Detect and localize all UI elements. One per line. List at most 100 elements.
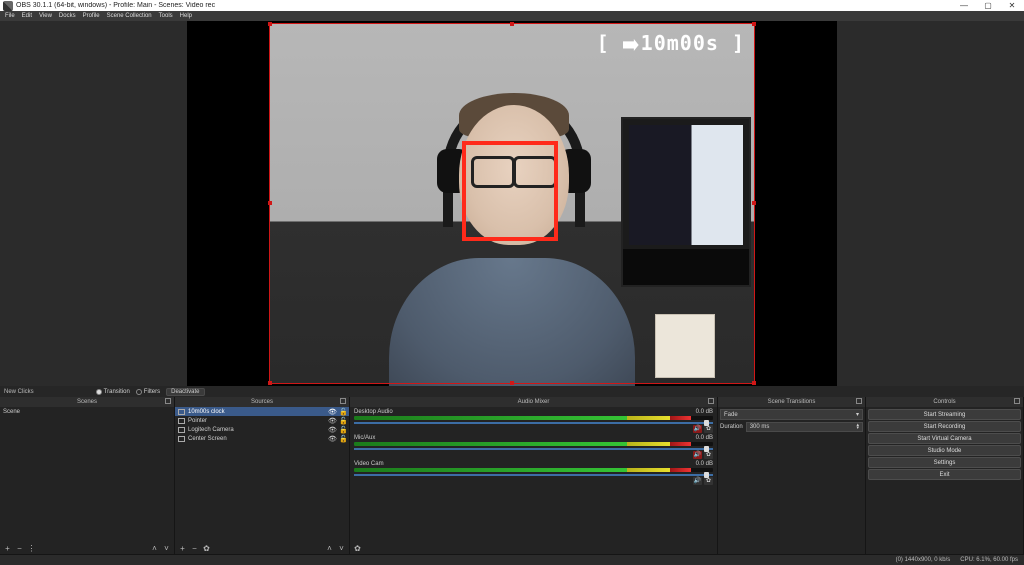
person-torso [389, 258, 635, 386]
menu-bar: File Edit View Docks Profile Scene Colle… [0, 11, 1024, 21]
track-name: Video Cam [354, 461, 384, 467]
menu-profile[interactable]: Profile [80, 13, 103, 19]
filters-radio[interactable]: Filters [136, 389, 160, 395]
remove-source-button[interactable]: − [190, 544, 199, 553]
control-button-studio-mode[interactable]: Studio Mode [868, 445, 1021, 456]
volume-slider[interactable] [354, 474, 713, 476]
scene-item[interactable]: Scene [0, 407, 174, 416]
audio-mixer-panel: Audio Mixer Desktop Audio0.0 dB🔊✿Mic/Aux… [350, 397, 718, 554]
menu-view[interactable]: View [36, 13, 55, 19]
visibility-toggle-icon[interactable]: 👁 [328, 435, 336, 443]
move-source-down-button[interactable]: ˅ [337, 544, 346, 553]
visibility-toggle-icon[interactable]: 👁 [328, 408, 336, 416]
control-button-start-virtual-camera[interactable]: Start Virtual Camera [868, 433, 1021, 444]
mixer-title: Audio Mixer [518, 399, 550, 405]
control-button-start-streaming[interactable]: Start Streaming [868, 409, 1021, 420]
undock-icon[interactable] [340, 398, 346, 404]
duration-label: Duration [720, 424, 743, 430]
control-button-settings[interactable]: Settings [868, 457, 1021, 468]
move-source-up-button[interactable]: ˄ [325, 544, 334, 553]
minimize-button[interactable]: — [952, 1, 976, 10]
chevron-down-icon: ▾ [856, 411, 859, 418]
add-source-button[interactable]: + [178, 544, 187, 553]
recording-timer-overlay: 10m00s [597, 31, 745, 55]
camera-icon [623, 39, 639, 51]
lock-toggle-icon[interactable]: 🔓 [339, 417, 346, 425]
source-type-icon [178, 436, 185, 442]
slider-knob[interactable] [704, 420, 709, 426]
duration-spinbox[interactable]: 300 ms ▴▾ [746, 422, 863, 432]
transitions-panel: Scene Transitions Fade▾ Duration 300 ms … [718, 397, 866, 554]
visibility-toggle-icon[interactable]: 👁 [328, 417, 336, 425]
scene-filter-button[interactable]: ⋮ [27, 544, 36, 553]
undock-icon[interactable] [708, 398, 714, 404]
lock-toggle-icon[interactable]: 🔓 [339, 435, 346, 443]
vu-meter [354, 442, 713, 446]
source-toolbar-label: New Clicks [4, 389, 34, 395]
background-calendar [655, 314, 715, 378]
transition-select[interactable]: Fade▾ [720, 409, 863, 420]
audio-track: Desktop Audio 0.0 dB 🔊✿ [350, 407, 717, 433]
close-button[interactable]: ✕ [1000, 1, 1024, 10]
undock-icon[interactable] [856, 398, 862, 404]
status-bar: (0) 1440x900, 0 kb/s CPU: 6.1%, 60.00 fp… [0, 554, 1024, 565]
source-item-label: Logitech Camera [188, 427, 234, 433]
lock-toggle-icon[interactable]: 🔓 [339, 426, 346, 434]
track-name: Desktop Audio [354, 409, 393, 415]
scenes-title: Scenes [77, 399, 97, 405]
background-monitor [621, 117, 751, 287]
source-item-label: Pointer [188, 418, 207, 424]
status-resolution: (0) 1440x900, 0 kb/s [896, 557, 951, 563]
control-button-exit[interactable]: Exit [868, 469, 1021, 480]
menu-edit[interactable]: Edit [19, 13, 35, 19]
track-db: 0.0 dB [696, 409, 713, 415]
menu-docks[interactable]: Docks [56, 13, 79, 19]
source-item[interactable]: 10m00s clock👁🔓 [175, 407, 349, 416]
mute-button[interactable]: 🔊 [693, 477, 702, 485]
mute-button[interactable]: 🔊 [693, 451, 702, 459]
menu-help[interactable]: Help [177, 13, 195, 19]
deactivate-button[interactable]: Deactivate [166, 388, 204, 396]
vu-meter [354, 416, 713, 420]
move-scene-down-button[interactable]: ˅ [162, 544, 171, 553]
app-icon [3, 1, 13, 11]
transition-radio[interactable]: Transition [96, 389, 130, 395]
source-item[interactable]: Center Screen👁🔓 [175, 434, 349, 443]
timer-text: 10m00s [641, 31, 719, 55]
audio-track: Mic/Aux 0.0 dB 🔊✿ [350, 433, 717, 459]
track-db: 0.0 dB [696, 435, 713, 441]
control-button-start-recording[interactable]: Start Recording [868, 421, 1021, 432]
controls-title: Controls [933, 399, 955, 405]
track-settings-button[interactable]: ✿ [704, 425, 713, 433]
visibility-toggle-icon[interactable]: 👁 [328, 426, 336, 434]
undock-icon[interactable] [1014, 398, 1020, 404]
source-item[interactable]: Pointer 👁🔓 [175, 416, 349, 425]
track-settings-button[interactable]: ✿ [704, 477, 713, 485]
add-scene-button[interactable]: + [3, 544, 12, 553]
mute-button[interactable]: 🔊 [693, 425, 702, 433]
remove-scene-button[interactable]: − [15, 544, 24, 553]
source-type-icon [178, 409, 185, 415]
source-item[interactable]: Logitech Camera 👁🔓 [175, 425, 349, 434]
move-scene-up-button[interactable]: ˄ [150, 544, 159, 553]
vu-meter [354, 468, 713, 472]
source-properties-button[interactable]: ✿ [202, 544, 211, 553]
track-settings-button[interactable]: ✿ [704, 451, 713, 459]
maximize-button[interactable]: ▢ [976, 1, 1000, 10]
volume-slider[interactable] [354, 422, 713, 424]
undock-icon[interactable] [165, 398, 171, 404]
slider-knob[interactable] [704, 446, 709, 452]
sources-title: Sources [251, 399, 273, 405]
lock-toggle-icon[interactable]: 🔓 [339, 408, 346, 416]
preview-canvas[interactable]: 10m00s [187, 21, 837, 386]
mixer-settings-button[interactable]: ✿ [353, 544, 362, 553]
track-name: Mic/Aux [354, 435, 375, 441]
transitions-title: Scene Transitions [768, 399, 816, 405]
slider-knob[interactable] [704, 472, 709, 478]
menu-file[interactable]: File [2, 13, 18, 19]
preview-area[interactable]: 10m00s [0, 21, 1024, 386]
menu-scene-collection[interactable]: Scene Collection [104, 13, 155, 19]
menu-tools[interactable]: Tools [156, 13, 176, 19]
volume-slider[interactable] [354, 448, 713, 450]
spin-down-icon[interactable]: ▾ [856, 427, 859, 430]
